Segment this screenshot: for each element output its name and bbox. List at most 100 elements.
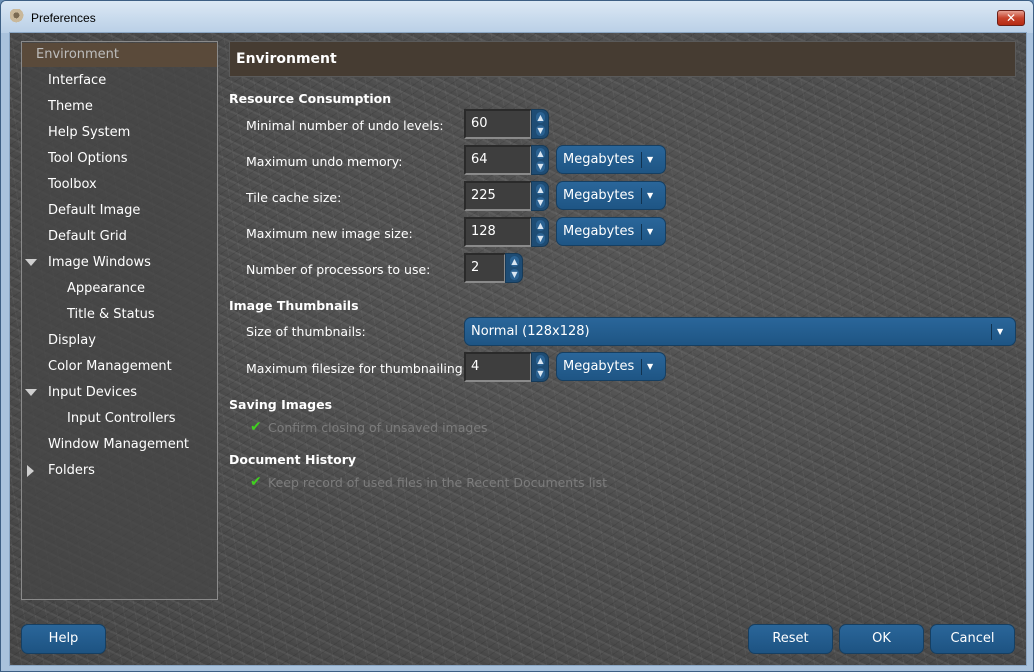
tile-cache-unit-select[interactable]: Megabytes ▼ bbox=[556, 181, 666, 210]
undo-levels-spinner: 60 ▲ ▼ bbox=[464, 109, 551, 139]
sidebar-item-label: Toolbox bbox=[48, 177, 97, 192]
combo-value: Megabytes bbox=[563, 188, 635, 203]
sidebar-item-label: Window Management bbox=[48, 437, 190, 452]
spinner-buttons: ▲ ▼ bbox=[531, 181, 549, 211]
expander-right-icon[interactable] bbox=[27, 465, 34, 477]
page-header: Environment bbox=[229, 41, 1016, 77]
checkmark-icon: ✔ bbox=[250, 419, 262, 435]
sidebar-item-color-management[interactable]: Color Management bbox=[22, 355, 217, 379]
section-thumbnails-title: Image Thumbnails bbox=[229, 298, 359, 313]
sidebar-item-title-status[interactable]: Title & Status bbox=[22, 303, 217, 327]
spin-down-icon[interactable]: ▼ bbox=[536, 368, 545, 379]
sidebar-item-theme[interactable]: Theme bbox=[22, 95, 217, 119]
sidebar-item-input-controllers[interactable]: Input Controllers bbox=[22, 407, 217, 431]
close-icon[interactable]: ✕ bbox=[997, 10, 1025, 26]
expander-down-icon[interactable] bbox=[25, 389, 37, 396]
chevron-down-icon: ▼ bbox=[647, 191, 654, 200]
tile-cache-spinner: 225 ▲ ▼ bbox=[464, 181, 551, 211]
sidebar-item-label: Color Management bbox=[48, 359, 172, 374]
sidebar-item-window-management[interactable]: Window Management bbox=[22, 433, 217, 457]
spin-down-icon[interactable]: ▼ bbox=[536, 125, 545, 136]
sidebar-item-appearance[interactable]: Appearance bbox=[22, 277, 217, 301]
thumbnail-filesize-spinner: 4 ▲ ▼ bbox=[464, 352, 551, 382]
section-history-title: Document History bbox=[229, 452, 357, 467]
spinner-buttons: ▲ ▼ bbox=[505, 253, 523, 283]
dialog-body: Environment Interface Theme Help System … bbox=[9, 32, 1027, 666]
sidebar-item-input-devices[interactable]: Input Devices bbox=[22, 381, 217, 405]
thumbnail-size-label: Size of thumbnails: bbox=[246, 324, 366, 339]
undo-memory-label: Maximum undo memory: bbox=[246, 154, 403, 169]
sidebar-item-environment[interactable]: Environment bbox=[22, 43, 217, 67]
new-image-size-unit-select[interactable]: Megabytes ▼ bbox=[556, 217, 666, 246]
thumbnail-filesize-unit-select[interactable]: Megabytes ▼ bbox=[556, 352, 666, 381]
undo-memory-input[interactable]: 64 bbox=[464, 145, 532, 175]
undo-levels-input[interactable]: 60 bbox=[464, 109, 532, 139]
combo-value: Megabytes bbox=[563, 359, 635, 374]
sidebar-item-folders[interactable]: Folders bbox=[22, 459, 217, 483]
app-icon bbox=[10, 9, 26, 23]
undo-levels-label: Minimal number of undo levels: bbox=[246, 118, 444, 133]
sidebar-item-label: Default Image bbox=[48, 203, 141, 218]
spin-down-icon[interactable]: ▼ bbox=[510, 269, 519, 280]
combo-separator bbox=[641, 359, 642, 375]
sidebar-item-label: Title & Status bbox=[67, 307, 155, 322]
processors-input[interactable]: 2 bbox=[464, 253, 506, 283]
processors-spinner: 2 ▲ ▼ bbox=[464, 253, 524, 283]
spin-up-icon[interactable]: ▲ bbox=[536, 355, 545, 366]
sidebar-item-label: Default Grid bbox=[48, 229, 127, 244]
sidebar-item-label: Theme bbox=[48, 99, 93, 114]
sidebar-item-help-system[interactable]: Help System bbox=[22, 121, 217, 145]
sidebar-item-label: Folders bbox=[48, 463, 95, 478]
spin-down-icon[interactable]: ▼ bbox=[536, 233, 545, 244]
spin-up-icon[interactable]: ▲ bbox=[536, 112, 545, 123]
window-title: Preferences bbox=[31, 11, 96, 25]
sidebar-item-display[interactable]: Display bbox=[22, 329, 217, 353]
spin-up-icon[interactable]: ▲ bbox=[536, 184, 545, 195]
confirm-closing-checkbox[interactable]: ✔ Confirm closing of unsaved images bbox=[250, 419, 490, 436]
sidebar-item-image-windows[interactable]: Image Windows bbox=[22, 251, 217, 275]
reset-button[interactable]: Reset bbox=[748, 624, 833, 654]
spinner-buttons: ▲ ▼ bbox=[531, 109, 549, 139]
sidebar-item-tool-options[interactable]: Tool Options bbox=[22, 147, 217, 171]
new-image-size-label: Maximum new image size: bbox=[246, 226, 413, 241]
spin-down-icon[interactable]: ▼ bbox=[536, 161, 545, 172]
title-bar: Preferences ✕ bbox=[1, 1, 1033, 33]
spin-up-icon[interactable]: ▲ bbox=[510, 256, 519, 267]
ok-button[interactable]: OK bbox=[839, 624, 924, 654]
sidebar-item-label: Environment bbox=[36, 47, 120, 62]
sidebar-item-label: Tool Options bbox=[48, 151, 128, 166]
combo-separator bbox=[641, 224, 642, 240]
combo-value: Megabytes bbox=[563, 152, 635, 167]
expander-down-icon[interactable] bbox=[25, 259, 37, 266]
combo-value: Normal (128x128) bbox=[471, 324, 590, 339]
section-resource-title: Resource Consumption bbox=[229, 91, 392, 106]
thumbnail-filesize-input[interactable]: 4 bbox=[464, 352, 532, 382]
help-button[interactable]: Help bbox=[21, 624, 106, 654]
new-image-size-input[interactable]: 128 bbox=[464, 217, 532, 247]
thumbnail-filesize-label: Maximum filesize for thumbnailing: bbox=[246, 361, 467, 376]
sidebar-item-default-image[interactable]: Default Image bbox=[22, 199, 217, 223]
keep-record-checkbox[interactable]: ✔ Keep record of used files in the Recen… bbox=[250, 474, 610, 491]
sidebar-item-default-grid[interactable]: Default Grid bbox=[22, 225, 217, 249]
sidebar-item-interface[interactable]: Interface bbox=[22, 69, 217, 93]
tile-cache-input[interactable]: 225 bbox=[464, 181, 532, 211]
combo-separator bbox=[991, 324, 992, 340]
processors-label: Number of processors to use: bbox=[246, 262, 431, 277]
sidebar-item-label: Help System bbox=[48, 125, 131, 140]
chevron-down-icon: ▼ bbox=[997, 327, 1004, 336]
chevron-down-icon: ▼ bbox=[647, 155, 654, 164]
spin-up-icon[interactable]: ▲ bbox=[536, 148, 545, 159]
cancel-button[interactable]: Cancel bbox=[930, 624, 1015, 654]
thumbnail-size-select[interactable]: Normal (128x128) ▼ bbox=[464, 317, 1016, 346]
undo-memory-unit-select[interactable]: Megabytes ▼ bbox=[556, 145, 666, 174]
spin-up-icon[interactable]: ▲ bbox=[536, 220, 545, 231]
spin-down-icon[interactable]: ▼ bbox=[536, 197, 545, 208]
sidebar-item-label: Input Controllers bbox=[67, 411, 176, 426]
category-tree: Environment Interface Theme Help System … bbox=[21, 41, 218, 600]
combo-value: Megabytes bbox=[563, 224, 635, 239]
spinner-buttons: ▲ ▼ bbox=[531, 352, 549, 382]
checkmark-icon: ✔ bbox=[250, 474, 262, 490]
combo-separator bbox=[641, 188, 642, 204]
sidebar-item-toolbox[interactable]: Toolbox bbox=[22, 173, 217, 197]
chevron-down-icon: ▼ bbox=[647, 362, 654, 371]
